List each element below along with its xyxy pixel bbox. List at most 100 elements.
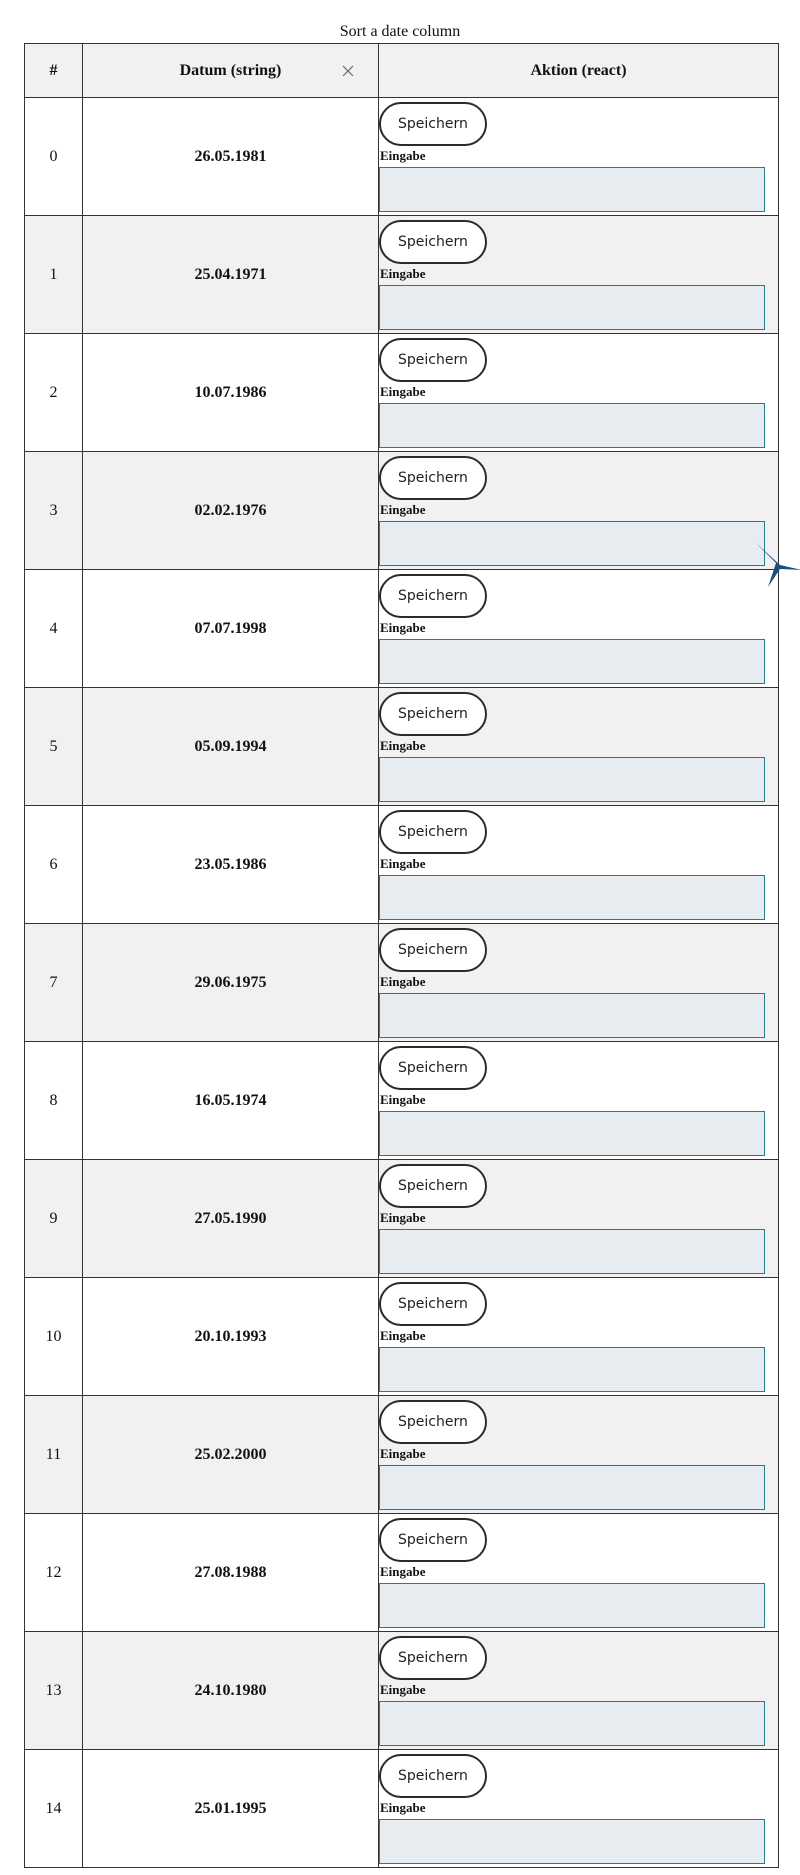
row-date: 23.05.1986 [82, 805, 379, 924]
eingabe-input[interactable] [379, 875, 765, 920]
row-action-cell: Speichern Eingabe [378, 1631, 779, 1750]
row-action-cell: Speichern Eingabe [378, 805, 779, 924]
eingabe-input[interactable] [379, 1583, 765, 1628]
table-row: 8 16.05.1974 Speichern Eingabe [24, 1041, 779, 1160]
row-date: 25.04.1971 [82, 215, 379, 334]
input-label: Eingabe [380, 148, 426, 163]
save-button[interactable]: Speichern [379, 1518, 487, 1562]
eingabe-input[interactable] [379, 757, 765, 802]
row-index: 12 [24, 1513, 83, 1632]
table-row: 1 25.04.1971 Speichern Eingabe [24, 215, 779, 334]
bird-icon [756, 543, 800, 587]
row-action-cell: Speichern Eingabe [378, 1277, 779, 1396]
save-button[interactable]: Speichern [379, 1754, 487, 1798]
row-index: 0 [24, 97, 83, 216]
input-label: Eingabe [380, 1446, 426, 1461]
row-date: 27.08.1988 [82, 1513, 379, 1632]
table-row: 3 02.02.1976 Speichern Eingabe [24, 451, 779, 570]
input-label: Eingabe [380, 1328, 426, 1343]
eingabe-input[interactable] [379, 1229, 765, 1274]
eingabe-input[interactable] [379, 1111, 765, 1156]
table-row: 0 26.05.1981 Speichern Eingabe [24, 97, 779, 216]
table-row: 14 25.01.1995 Speichern Eingabe [24, 1749, 779, 1868]
row-date: 26.05.1981 [82, 97, 379, 216]
row-date: 27.05.1990 [82, 1159, 379, 1278]
row-index: 14 [24, 1749, 83, 1868]
table-caption: Sort a date column [339, 23, 461, 40]
row-index: 3 [24, 451, 83, 570]
table-row: 10 20.10.1993 Speichern Eingabe [24, 1277, 779, 1396]
eingabe-input[interactable] [379, 1819, 765, 1864]
save-button[interactable]: Speichern [379, 102, 487, 146]
table-row: 13 24.10.1980 Speichern Eingabe [24, 1631, 779, 1750]
save-button[interactable]: Speichern [379, 1636, 487, 1680]
eingabe-input[interactable] [379, 1465, 765, 1510]
eingabe-input[interactable] [379, 285, 765, 330]
input-label: Eingabe [380, 502, 426, 517]
row-action-cell: Speichern Eingabe [378, 333, 779, 452]
input-label: Eingabe [380, 620, 426, 635]
row-index: 4 [24, 569, 83, 688]
header-row: # Datum (string) Aktion (react) [24, 43, 779, 98]
row-action-cell: Speichern Eingabe [378, 1041, 779, 1160]
save-button[interactable]: Speichern [379, 928, 487, 972]
save-button[interactable]: Speichern [379, 1046, 487, 1090]
row-date: 25.01.1995 [82, 1749, 379, 1868]
input-label: Eingabe [380, 974, 426, 989]
input-label: Eingabe [380, 1210, 426, 1225]
table-row: 9 27.05.1990 Speichern Eingabe [24, 1159, 779, 1278]
row-action-cell: Speichern Eingabe [378, 1749, 779, 1868]
close-icon[interactable] [338, 61, 358, 81]
action-column-header[interactable]: Aktion (react) [378, 43, 779, 98]
row-date: 07.07.1998 [82, 569, 379, 688]
save-button[interactable]: Speichern [379, 574, 487, 618]
row-date: 29.06.1975 [82, 923, 379, 1042]
row-index: 13 [24, 1631, 83, 1750]
table-row: 6 23.05.1986 Speichern Eingabe [24, 805, 779, 924]
row-action-cell: Speichern Eingabe [378, 1395, 779, 1514]
eingabe-input[interactable] [379, 521, 765, 566]
input-label: Eingabe [380, 1092, 426, 1107]
row-date: 05.09.1994 [82, 687, 379, 806]
date-table: # Datum (string) Aktion (react) 0 26.05.… [24, 43, 779, 1868]
row-action-cell: Speichern Eingabe [378, 215, 779, 334]
row-date: 10.07.1986 [82, 333, 379, 452]
row-action-cell: Speichern Eingabe [378, 569, 779, 688]
row-date: 16.05.1974 [82, 1041, 379, 1160]
save-button[interactable]: Speichern [379, 1282, 487, 1326]
row-index: 10 [24, 1277, 83, 1396]
save-button[interactable]: Speichern [379, 456, 487, 500]
row-date: 25.02.2000 [82, 1395, 379, 1514]
input-label: Eingabe [380, 1800, 426, 1815]
eingabe-input[interactable] [379, 403, 765, 448]
save-button[interactable]: Speichern [379, 1164, 487, 1208]
eingabe-input[interactable] [379, 167, 765, 212]
save-button[interactable]: Speichern [379, 692, 487, 736]
input-label: Eingabe [380, 856, 426, 871]
eingabe-input[interactable] [379, 993, 765, 1038]
row-date: 02.02.1976 [82, 451, 379, 570]
save-button[interactable]: Speichern [379, 810, 487, 854]
eingabe-input[interactable] [379, 639, 765, 684]
input-label: Eingabe [380, 1564, 426, 1579]
eingabe-input[interactable] [379, 1701, 765, 1746]
row-index: 5 [24, 687, 83, 806]
row-action-cell: Speichern Eingabe [378, 923, 779, 1042]
index-column-header[interactable]: # [24, 43, 83, 98]
table-row: 12 27.08.1988 Speichern Eingabe [24, 1513, 779, 1632]
save-button[interactable]: Speichern [379, 1400, 487, 1444]
row-date: 24.10.1980 [82, 1631, 379, 1750]
row-action-cell: Speichern Eingabe [378, 1513, 779, 1632]
eingabe-input[interactable] [379, 1347, 765, 1392]
table-row: 5 05.09.1994 Speichern Eingabe [24, 687, 779, 806]
input-label: Eingabe [380, 738, 426, 753]
input-label: Eingabe [380, 266, 426, 281]
date-column-header[interactable]: Datum (string) [82, 43, 379, 98]
date-column-header-label: Datum (string) [179, 61, 282, 79]
row-index: 6 [24, 805, 83, 924]
save-button[interactable]: Speichern [379, 220, 487, 264]
table-row: 4 07.07.1998 Speichern Eingabe [24, 569, 779, 688]
table-row: 11 25.02.2000 Speichern Eingabe [24, 1395, 779, 1514]
save-button[interactable]: Speichern [379, 338, 487, 382]
input-label: Eingabe [380, 1682, 426, 1697]
